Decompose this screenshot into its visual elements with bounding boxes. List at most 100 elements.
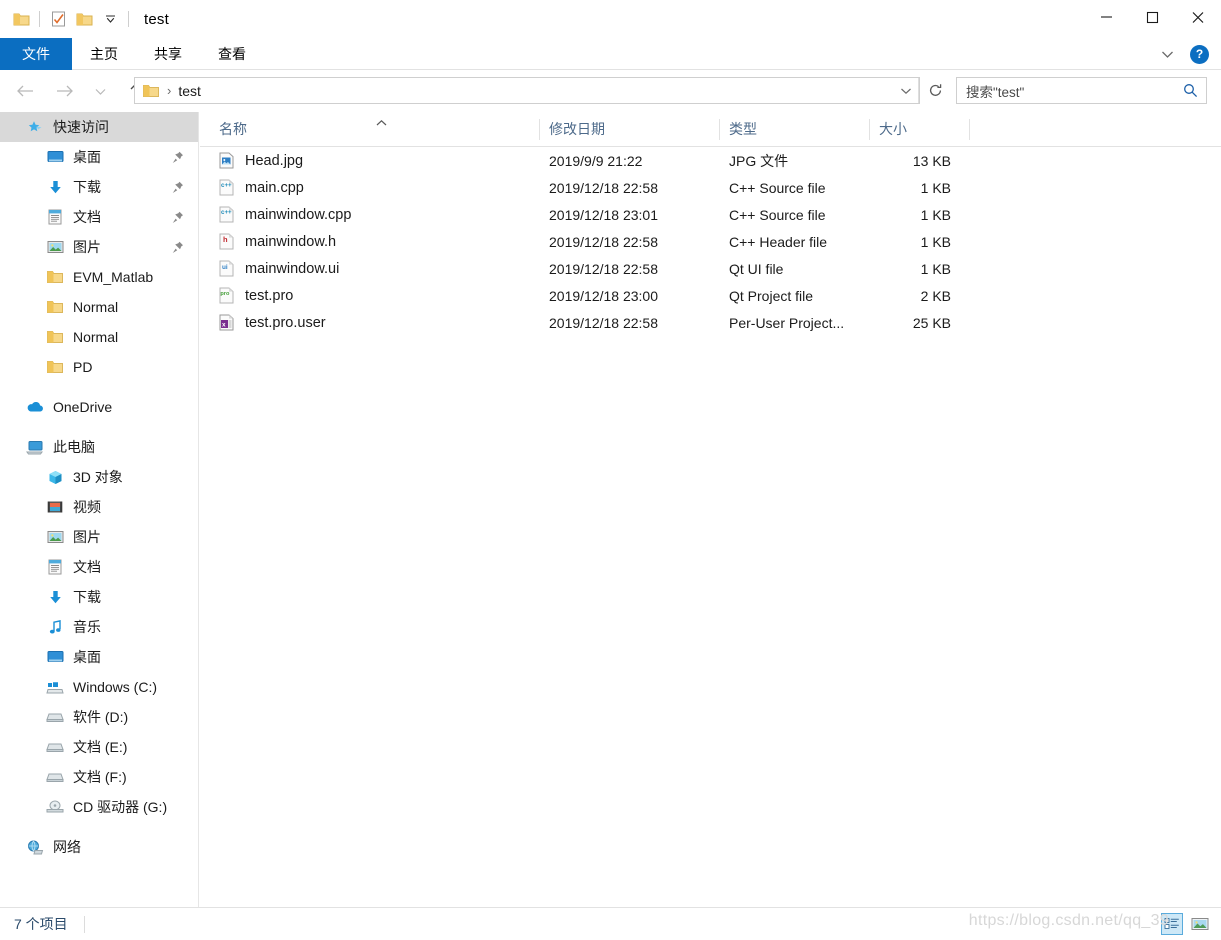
file-name-cell[interactable]: c++ mainwindow.cpp bbox=[200, 206, 540, 224]
sidebar-item-quick-access[interactable]: 快速访问 bbox=[0, 112, 198, 142]
file-name-cell[interactable]: pro test.pro bbox=[200, 287, 540, 305]
table-row[interactable]: x test.pro.user 2019/12/18 22:58 Per-Use… bbox=[200, 309, 1221, 336]
ribbon-right-controls: ? bbox=[1154, 38, 1215, 70]
sidebar-item-label: 文档 bbox=[73, 209, 101, 225]
sidebar-item-normal-2[interactable]: Normal bbox=[0, 322, 198, 352]
chevron-down-icon[interactable] bbox=[97, 6, 123, 32]
toolbar-separator-2 bbox=[128, 11, 129, 27]
file-type: JPG 文件 bbox=[729, 152, 789, 169]
sidebar-item-documents[interactable]: 文档 bbox=[0, 202, 198, 232]
column-header-date[interactable]: 修改日期 bbox=[540, 112, 720, 147]
file-name-cell[interactable]: Head.jpg bbox=[200, 152, 540, 170]
sidebar-item-label: 图片 bbox=[73, 239, 101, 255]
sidebar-item-videos[interactable]: 视频 bbox=[0, 492, 198, 522]
chevron-down-icon[interactable] bbox=[894, 78, 918, 103]
table-row[interactable]: Head.jpg 2019/9/9 21:22 JPG 文件 13 KB bbox=[200, 147, 1221, 174]
column-header-name[interactable]: 名称 bbox=[200, 112, 540, 147]
sidebar-item-label: 桌面 bbox=[73, 149, 101, 165]
sidebar-item-network[interactable]: 网络 bbox=[0, 832, 198, 862]
drive-icon bbox=[44, 711, 66, 723]
pin-icon[interactable] bbox=[172, 211, 184, 227]
search-input[interactable]: 搜索"test" bbox=[956, 77, 1207, 104]
pin-icon[interactable] bbox=[172, 151, 184, 167]
sidebar-item-pd[interactable]: PD bbox=[0, 352, 198, 382]
sidebar-item-this-pc[interactable]: 此电脑 bbox=[0, 432, 198, 462]
sort-ascending-icon bbox=[375, 114, 388, 130]
address-divider bbox=[918, 78, 919, 103]
sidebar-item-desktop[interactable]: 桌面 bbox=[0, 142, 198, 172]
tab-file[interactable]: 文件 bbox=[0, 38, 72, 70]
sidebar-item-pictures-pc[interactable]: 图片 bbox=[0, 522, 198, 552]
sidebar-item-normal-1[interactable]: Normal bbox=[0, 292, 198, 322]
sidebar-item-label: 文档 bbox=[73, 559, 101, 575]
user-project-file-icon: x bbox=[219, 314, 235, 332]
tab-home[interactable]: 主页 bbox=[72, 38, 136, 70]
recent-locations-icon[interactable] bbox=[85, 76, 115, 106]
file-type: Per-User Project... bbox=[729, 314, 845, 331]
file-type: C++ Source file bbox=[729, 179, 826, 196]
svg-text:h: h bbox=[223, 235, 228, 244]
sidebar-item-drive-e[interactable]: 文档 (E:) bbox=[0, 732, 198, 762]
help-button[interactable]: ? bbox=[1190, 44, 1209, 64]
file-size: 1 KB bbox=[920, 260, 951, 277]
column-divider[interactable] bbox=[969, 118, 970, 140]
table-row[interactable]: pro test.pro 2019/12/18 23:00 Qt Project… bbox=[200, 282, 1221, 309]
file-name-cell[interactable]: x test.pro.user bbox=[200, 314, 540, 332]
breadcrumb-item-test[interactable]: test bbox=[178, 83, 201, 99]
sidebar-item-downloads[interactable]: 下载 bbox=[0, 172, 198, 202]
pin-icon[interactable] bbox=[172, 181, 184, 197]
pin-icon[interactable] bbox=[172, 241, 184, 257]
minimize-button[interactable] bbox=[1083, 0, 1129, 34]
tab-view[interactable]: 查看 bbox=[200, 38, 264, 70]
sidebar-item-downloads-pc[interactable]: 下载 bbox=[0, 582, 198, 612]
file-name-cell[interactable]: h mainwindow.h bbox=[200, 233, 540, 251]
table-row[interactable]: ui mainwindow.ui 2019/12/18 22:58 Qt UI … bbox=[200, 255, 1221, 282]
thumbnail-view-button[interactable] bbox=[1189, 913, 1211, 935]
file-name-cell[interactable]: c++ main.cpp bbox=[200, 179, 540, 197]
sidebar-item-onedrive[interactable]: OneDrive bbox=[0, 392, 198, 422]
sidebar-item-documents-pc[interactable]: 文档 bbox=[0, 552, 198, 582]
column-header-type[interactable]: 类型 bbox=[720, 112, 870, 147]
address-breadcrumb-field[interactable]: › test bbox=[134, 77, 920, 104]
sidebar-item-pictures[interactable]: 图片 bbox=[0, 232, 198, 262]
sidebar-item-cd-drive-g[interactable]: CD 驱动器 (G:) bbox=[0, 792, 198, 822]
file-size: 1 KB bbox=[920, 233, 951, 250]
file-date: 2019/12/18 22:58 bbox=[549, 233, 658, 250]
sidebar-item-windows-c[interactable]: Windows (C:) bbox=[0, 672, 198, 702]
onedrive-cloud-icon bbox=[24, 401, 46, 413]
maximize-button[interactable] bbox=[1129, 0, 1175, 34]
properties-checkmark-icon[interactable] bbox=[45, 6, 71, 32]
sidebar-item-3d-objects[interactable]: 3D 对象 bbox=[0, 462, 198, 492]
folder-icon bbox=[44, 270, 66, 284]
table-row[interactable]: h mainwindow.h 2019/12/18 22:58 C++ Head… bbox=[200, 228, 1221, 255]
windows-drive-icon bbox=[44, 680, 66, 695]
file-list-pane[interactable]: 名称 修改日期 类型 大小 Head.jpg 2019/9/9 21:22 JP… bbox=[200, 112, 1221, 907]
navigation-pane[interactable]: 快速访问 桌面 下载 文档 图片 EVM_Matlab Normal Norma… bbox=[0, 112, 199, 907]
file-name-cell[interactable]: ui mainwindow.ui bbox=[200, 260, 540, 278]
sidebar-item-label: OneDrive bbox=[53, 399, 113, 415]
chevron-down-icon[interactable] bbox=[1154, 41, 1180, 67]
sidebar-item-music[interactable]: 音乐 bbox=[0, 612, 198, 642]
file-explorer-window: test 文件 主页 共享 查看 ? › test 搜索"test" 快速访问 … bbox=[0, 0, 1221, 940]
search-icon[interactable] bbox=[1183, 83, 1198, 98]
file-size: 25 KB bbox=[912, 314, 951, 331]
videos-icon bbox=[44, 500, 66, 514]
close-button[interactable] bbox=[1175, 0, 1221, 34]
forward-arrow-icon[interactable] bbox=[49, 76, 79, 106]
column-header-size[interactable]: 大小 bbox=[870, 112, 970, 147]
sidebar-item-desktop-pc[interactable]: 桌面 bbox=[0, 642, 198, 672]
sidebar-item-drive-f[interactable]: 文档 (F:) bbox=[0, 762, 198, 792]
jpg-file-icon bbox=[219, 152, 235, 170]
download-icon bbox=[44, 590, 66, 605]
refresh-icon[interactable] bbox=[922, 77, 948, 104]
drive-icon bbox=[44, 741, 66, 753]
sidebar-item-drive-d[interactable]: 软件 (D:) bbox=[0, 702, 198, 732]
back-arrow-icon[interactable] bbox=[10, 76, 40, 106]
table-row[interactable]: c++ mainwindow.cpp 2019/12/18 23:01 C++ … bbox=[200, 201, 1221, 228]
folder-icon[interactable] bbox=[8, 6, 34, 32]
new-folder-icon[interactable] bbox=[71, 6, 97, 32]
sidebar-gap-1 bbox=[0, 382, 198, 392]
tab-share[interactable]: 共享 bbox=[136, 38, 200, 70]
sidebar-item-evm-matlab[interactable]: EVM_Matlab bbox=[0, 262, 198, 292]
table-row[interactable]: c++ main.cpp 2019/12/18 22:58 C++ Source… bbox=[200, 174, 1221, 201]
